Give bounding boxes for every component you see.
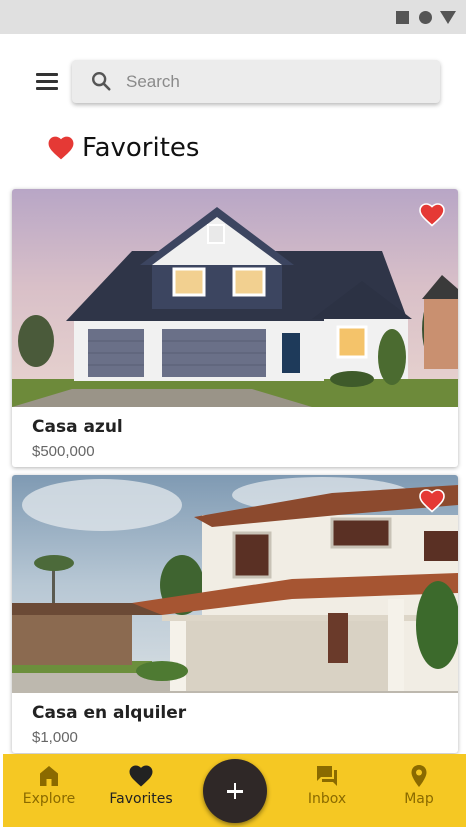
nav-item-inbox[interactable]: Inbox	[287, 754, 367, 827]
triangle-icon	[440, 11, 456, 24]
nav-item-explore[interactable]: Explore	[9, 754, 89, 827]
listing-price: $1,000	[32, 729, 78, 746]
square-icon	[396, 11, 409, 24]
white-house-photo	[12, 475, 458, 693]
listing-price: $500,000	[32, 443, 95, 460]
chat-icon	[317, 766, 337, 786]
favorite-heart-icon[interactable]	[419, 489, 445, 513]
search-input[interactable]	[126, 60, 426, 103]
nav-item-map[interactable]: Map	[379, 754, 459, 827]
status-bar	[0, 0, 466, 34]
favorite-heart-icon[interactable]	[419, 203, 445, 227]
listing-title: Casa azul	[32, 417, 123, 437]
heart-icon	[48, 136, 74, 160]
nav-label: Map	[404, 791, 434, 807]
listing-title: Casa en alquiler	[32, 703, 187, 723]
location-pin-icon	[411, 765, 427, 787]
nav-item-favorites[interactable]: Favorites	[101, 754, 181, 827]
page-title: Favorites	[48, 132, 199, 164]
menu-icon[interactable]	[36, 72, 58, 90]
listing-card[interactable]: Casa en alquiler $1,000	[12, 475, 458, 753]
home-icon	[40, 766, 58, 786]
search-icon	[92, 72, 111, 91]
blue-house-photo	[12, 189, 458, 407]
search-bar[interactable]	[72, 60, 440, 103]
heart-icon	[129, 765, 153, 787]
listing-card[interactable]: Casa azul $500,000	[12, 189, 458, 467]
nav-label: Explore	[22, 791, 76, 807]
page-title-text: Favorites	[82, 133, 200, 163]
nav-label: Inbox	[307, 791, 347, 807]
circle-icon	[419, 11, 432, 24]
nav-label: Favorites	[109, 791, 173, 807]
add-listing-button[interactable]	[203, 759, 267, 823]
